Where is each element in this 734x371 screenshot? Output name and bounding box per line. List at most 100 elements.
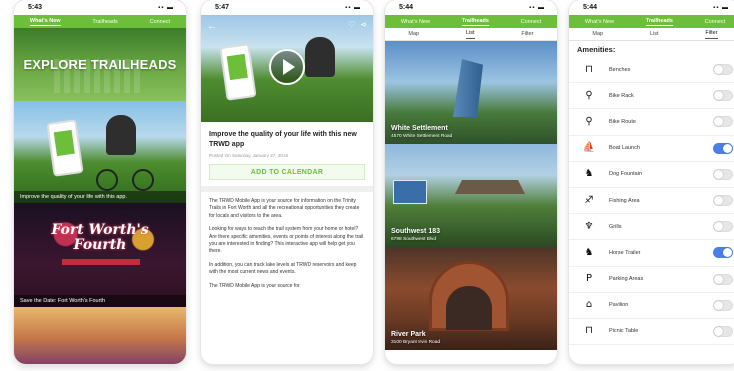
subtab-list[interactable]: List [650, 31, 659, 37]
trailhead-card[interactable]: River Park 3100 Bryant Irvin Road [385, 247, 557, 350]
subtab-map[interactable]: Map [592, 31, 603, 37]
status-bar: 5:44 ▪▪ ▬ [385, 0, 557, 15]
status-bar: 5:44 ▪▪ ▬ [569, 0, 734, 15]
tab-whats-new[interactable]: What's New [585, 19, 614, 25]
feed-card-caption: Save the Date: Fort Worth's Fourth [14, 295, 186, 307]
toggle-knob [714, 196, 723, 206]
signal-battery-icon: ▪▪ ▬ [713, 4, 729, 11]
trailhead-name: Southwest 183 [391, 228, 441, 235]
amenity-toggle[interactable] [713, 90, 733, 102]
status-time: 5:47 [215, 4, 230, 11]
amenity-row[interactable]: ♞ Dog Fountain [569, 162, 734, 188]
subtab-map[interactable]: Map [408, 31, 419, 37]
article-paragraph: The TRWD Mobile App is your source for [209, 282, 300, 289]
tab-trailheads[interactable]: Trailheads [92, 19, 117, 25]
article-date: Posted On Saturday, January 27, 2018 [209, 153, 289, 158]
tab-whats-new[interactable]: What's New [401, 19, 430, 25]
tab-trailheads[interactable]: Trailheads [461, 18, 489, 26]
amenity-toggle[interactable] [713, 221, 733, 233]
video-thumbnail[interactable]: ← ♡ ⋖ [201, 15, 373, 122]
amenity-toggle[interactable] [713, 273, 733, 285]
boat-launch-icon: ⛵ [582, 142, 596, 154]
toggle-knob [714, 91, 723, 101]
amenity-toggle[interactable] [713, 168, 733, 180]
status-bar: 5:47 ▪▪ ▬ [201, 0, 373, 15]
subtab-filter[interactable]: Filter [705, 30, 718, 39]
phone-trailheads-list: 5:44 ▪▪ ▬ What's New Trailheads Connect … [385, 0, 557, 364]
dog-fountain-icon: ♞ [584, 168, 594, 180]
tab-whats-new[interactable]: What's New [29, 18, 61, 26]
section-divider [201, 186, 373, 192]
tab-connect[interactable]: Connect [705, 19, 726, 25]
signal-battery-icon: ▪▪ ▬ [158, 4, 174, 11]
view-tabs: Map List Filter [569, 28, 734, 41]
amenity-row[interactable]: ⊓ Picnic Table [569, 319, 734, 346]
amenity-row[interactable]: ⚲ Bike Rack [569, 83, 734, 110]
bike-route-icon: ⚲ [585, 115, 593, 127]
toggle-knob [714, 65, 723, 75]
amenity-row[interactable]: P Parking Areas [569, 267, 734, 293]
amenity-toggle[interactable] [713, 142, 733, 154]
event-logo-line2: Fourth [73, 237, 127, 253]
tab-trailheads[interactable]: Trailheads [645, 18, 673, 26]
tab-connect[interactable]: Connect [521, 19, 542, 25]
trailhead-address: 4570 White Settlement Road [391, 134, 453, 139]
amenity-row[interactable]: ♞ Horse Trailer [569, 240, 734, 267]
play-icon [282, 59, 295, 75]
play-button[interactable] [269, 49, 305, 85]
event-logo-banner [62, 259, 140, 265]
status-time: 5:43 [28, 4, 43, 11]
trailhead-name: River Park [391, 331, 426, 338]
event-logo: Fort Worth's Fourth [14, 223, 186, 253]
add-to-calendar-button[interactable]: ADD TO CALENDAR [209, 164, 365, 180]
toggle-knob [714, 300, 723, 310]
phone-filter: 5:44 ▪▪ ▬ What's New Trailheads Connect … [569, 0, 734, 364]
amenity-toggle[interactable] [713, 299, 733, 311]
feed-card-event[interactable]: Fort Worth's Fourth Save the Date: Fort … [14, 203, 186, 307]
tab-connect[interactable]: Connect [150, 19, 171, 25]
amenity-label: Bike Rack [609, 92, 634, 99]
parking-icon: P [585, 273, 593, 285]
view-tabs: Map List Filter [385, 28, 557, 41]
trailhead-monument-image [453, 59, 483, 117]
article-actions: ♡ ⋖ [348, 20, 367, 29]
amenity-toggle[interactable] [713, 195, 733, 207]
article-body: Improve the quality of your life with th… [201, 122, 373, 290]
nav-tabs: What's New Trailheads Connect [569, 15, 734, 28]
phone-in-hand-image [46, 119, 84, 177]
article-paragraph: In addition, you can track lake levels a… [209, 261, 357, 276]
signal-battery-icon: ▪▪ ▬ [345, 4, 361, 11]
bike-wheel-icon [96, 169, 118, 191]
amenity-row[interactable]: ⛵ Boat Launch [569, 136, 734, 162]
amenity-row[interactable]: ⊓ Benches [569, 57, 734, 84]
subtab-filter[interactable]: Filter [521, 31, 533, 37]
amenity-toggle[interactable] [713, 325, 733, 337]
amenity-toggle[interactable] [713, 116, 733, 128]
phone-article: 5:47 ▪▪ ▬ ← ♡ ⋖ Improve the quality of y… [201, 0, 373, 364]
share-icon[interactable]: ⋖ [360, 20, 367, 29]
feed-card-next[interactable] [14, 307, 186, 364]
trail-sign-image [393, 180, 427, 204]
amenity-row[interactable]: ♆ Grills [569, 214, 734, 241]
trailhead-card[interactable]: White Settlement 4570 White Settlement R… [385, 41, 557, 144]
amenity-label: Picnic Table [609, 328, 639, 335]
subtab-list[interactable]: List [465, 30, 475, 39]
amenity-label: Horse Trailer [609, 249, 641, 256]
grill-icon: ♆ [584, 220, 594, 232]
picnic-table-icon: ⊓ [585, 325, 593, 337]
heart-icon[interactable]: ♡ [348, 20, 355, 29]
amenity-row[interactable]: ⌂ Pavilion [569, 293, 734, 319]
amenity-toggle[interactable] [713, 247, 733, 259]
amenity-row[interactable]: ♐ Fishing Area [569, 188, 734, 215]
explore-trailheads-banner[interactable]: EXPLORE TRAILHEADS [14, 28, 186, 101]
status-bar: 5:43 ▪▪ ▬ [14, 0, 186, 15]
feed-card-app[interactable]: Improve the quality of your life with th… [14, 101, 186, 203]
back-arrow-icon[interactable]: ← [207, 21, 217, 32]
trailhead-card[interactable]: Southwest 183 6798 Southwest Blvd [385, 144, 557, 247]
amenity-label: Pavilion [609, 302, 629, 309]
amenity-row[interactable]: ⚲ Bike Route [569, 109, 734, 136]
toggle-knob [723, 143, 732, 153]
cyclist-image [106, 115, 136, 155]
amenity-toggle[interactable] [713, 64, 733, 76]
nav-tabs: What's New Trailheads Connect [14, 15, 186, 28]
